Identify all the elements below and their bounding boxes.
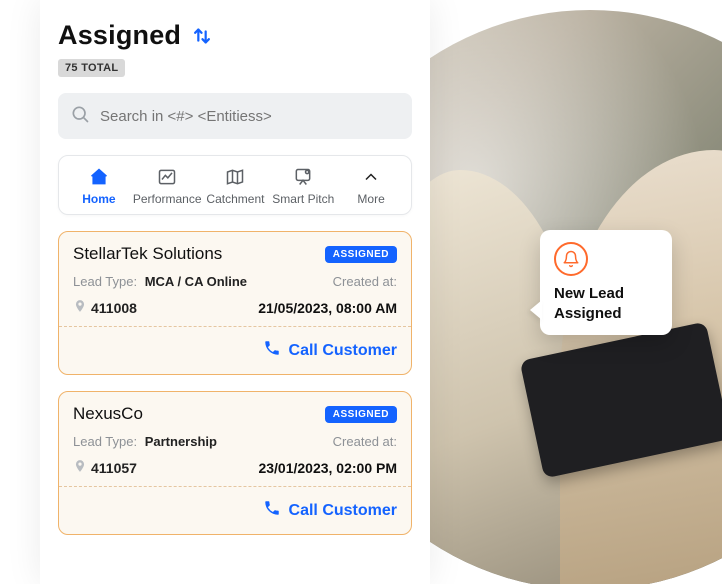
search-icon: [70, 104, 90, 129]
chart-icon: [133, 166, 202, 188]
tab-label: Smart Pitch: [272, 192, 334, 206]
lead-location: 411008: [73, 299, 137, 316]
notification-popover: New Lead Assigned: [540, 230, 672, 335]
search-input[interactable]: [100, 108, 400, 125]
total-count-badge: 75 TOTAL: [58, 59, 125, 77]
lead-location: 411057: [73, 459, 137, 476]
tab-catchment[interactable]: Catchment: [202, 166, 270, 206]
lead-company: NexusCo: [73, 404, 143, 424]
location-pin-icon: [73, 299, 87, 316]
created-label: Created at:: [333, 274, 397, 289]
created-at: 21/05/2023, 08:00 AM: [258, 300, 397, 316]
presentation-icon: [269, 166, 337, 188]
lead-type: Lead Type: MCA / CA Online: [73, 274, 247, 289]
status-badge: ASSIGNED: [325, 246, 397, 263]
chevron-up-icon: [337, 166, 405, 188]
location-pin-icon: [73, 459, 87, 476]
leads-panel: Assigned 75 TOTAL Home: [40, 0, 430, 584]
created-label: Created at:: [333, 434, 397, 449]
bell-icon: [554, 242, 588, 276]
phone-icon: [263, 339, 281, 362]
cta-label: Call Customer: [289, 502, 397, 520]
tab-label: Home: [82, 192, 115, 206]
notification-text: New Lead Assigned: [554, 284, 658, 323]
tab-home[interactable]: Home: [65, 166, 133, 206]
search-bar[interactable]: [58, 93, 412, 139]
lead-company: StellarTek Solutions: [73, 244, 222, 264]
cta-label: Call Customer: [289, 342, 397, 360]
map-icon: [202, 166, 270, 188]
tab-label: More: [357, 192, 384, 206]
call-customer-button[interactable]: Call Customer: [59, 326, 411, 374]
tab-smart-pitch[interactable]: Smart Pitch: [269, 166, 337, 206]
lead-card[interactable]: NexusCo ASSIGNED Lead Type: Partnership …: [58, 391, 412, 535]
phone-icon: [263, 499, 281, 522]
home-icon: [65, 166, 133, 188]
tab-bar: Home Performance Catchment Smart Pitch: [58, 155, 412, 215]
tab-performance[interactable]: Performance: [133, 166, 202, 206]
sort-icon[interactable]: [191, 25, 213, 47]
call-customer-button[interactable]: Call Customer: [59, 486, 411, 534]
tab-more[interactable]: More: [337, 166, 405, 206]
lead-type: Lead Type: Partnership: [73, 434, 217, 449]
status-badge: ASSIGNED: [325, 406, 397, 423]
page-title: Assigned: [58, 20, 181, 51]
lead-card[interactable]: StellarTek Solutions ASSIGNED Lead Type:…: [58, 231, 412, 375]
created-at: 23/01/2023, 02:00 PM: [258, 460, 397, 476]
tab-label: Performance: [133, 192, 202, 206]
tab-label: Catchment: [206, 192, 264, 206]
